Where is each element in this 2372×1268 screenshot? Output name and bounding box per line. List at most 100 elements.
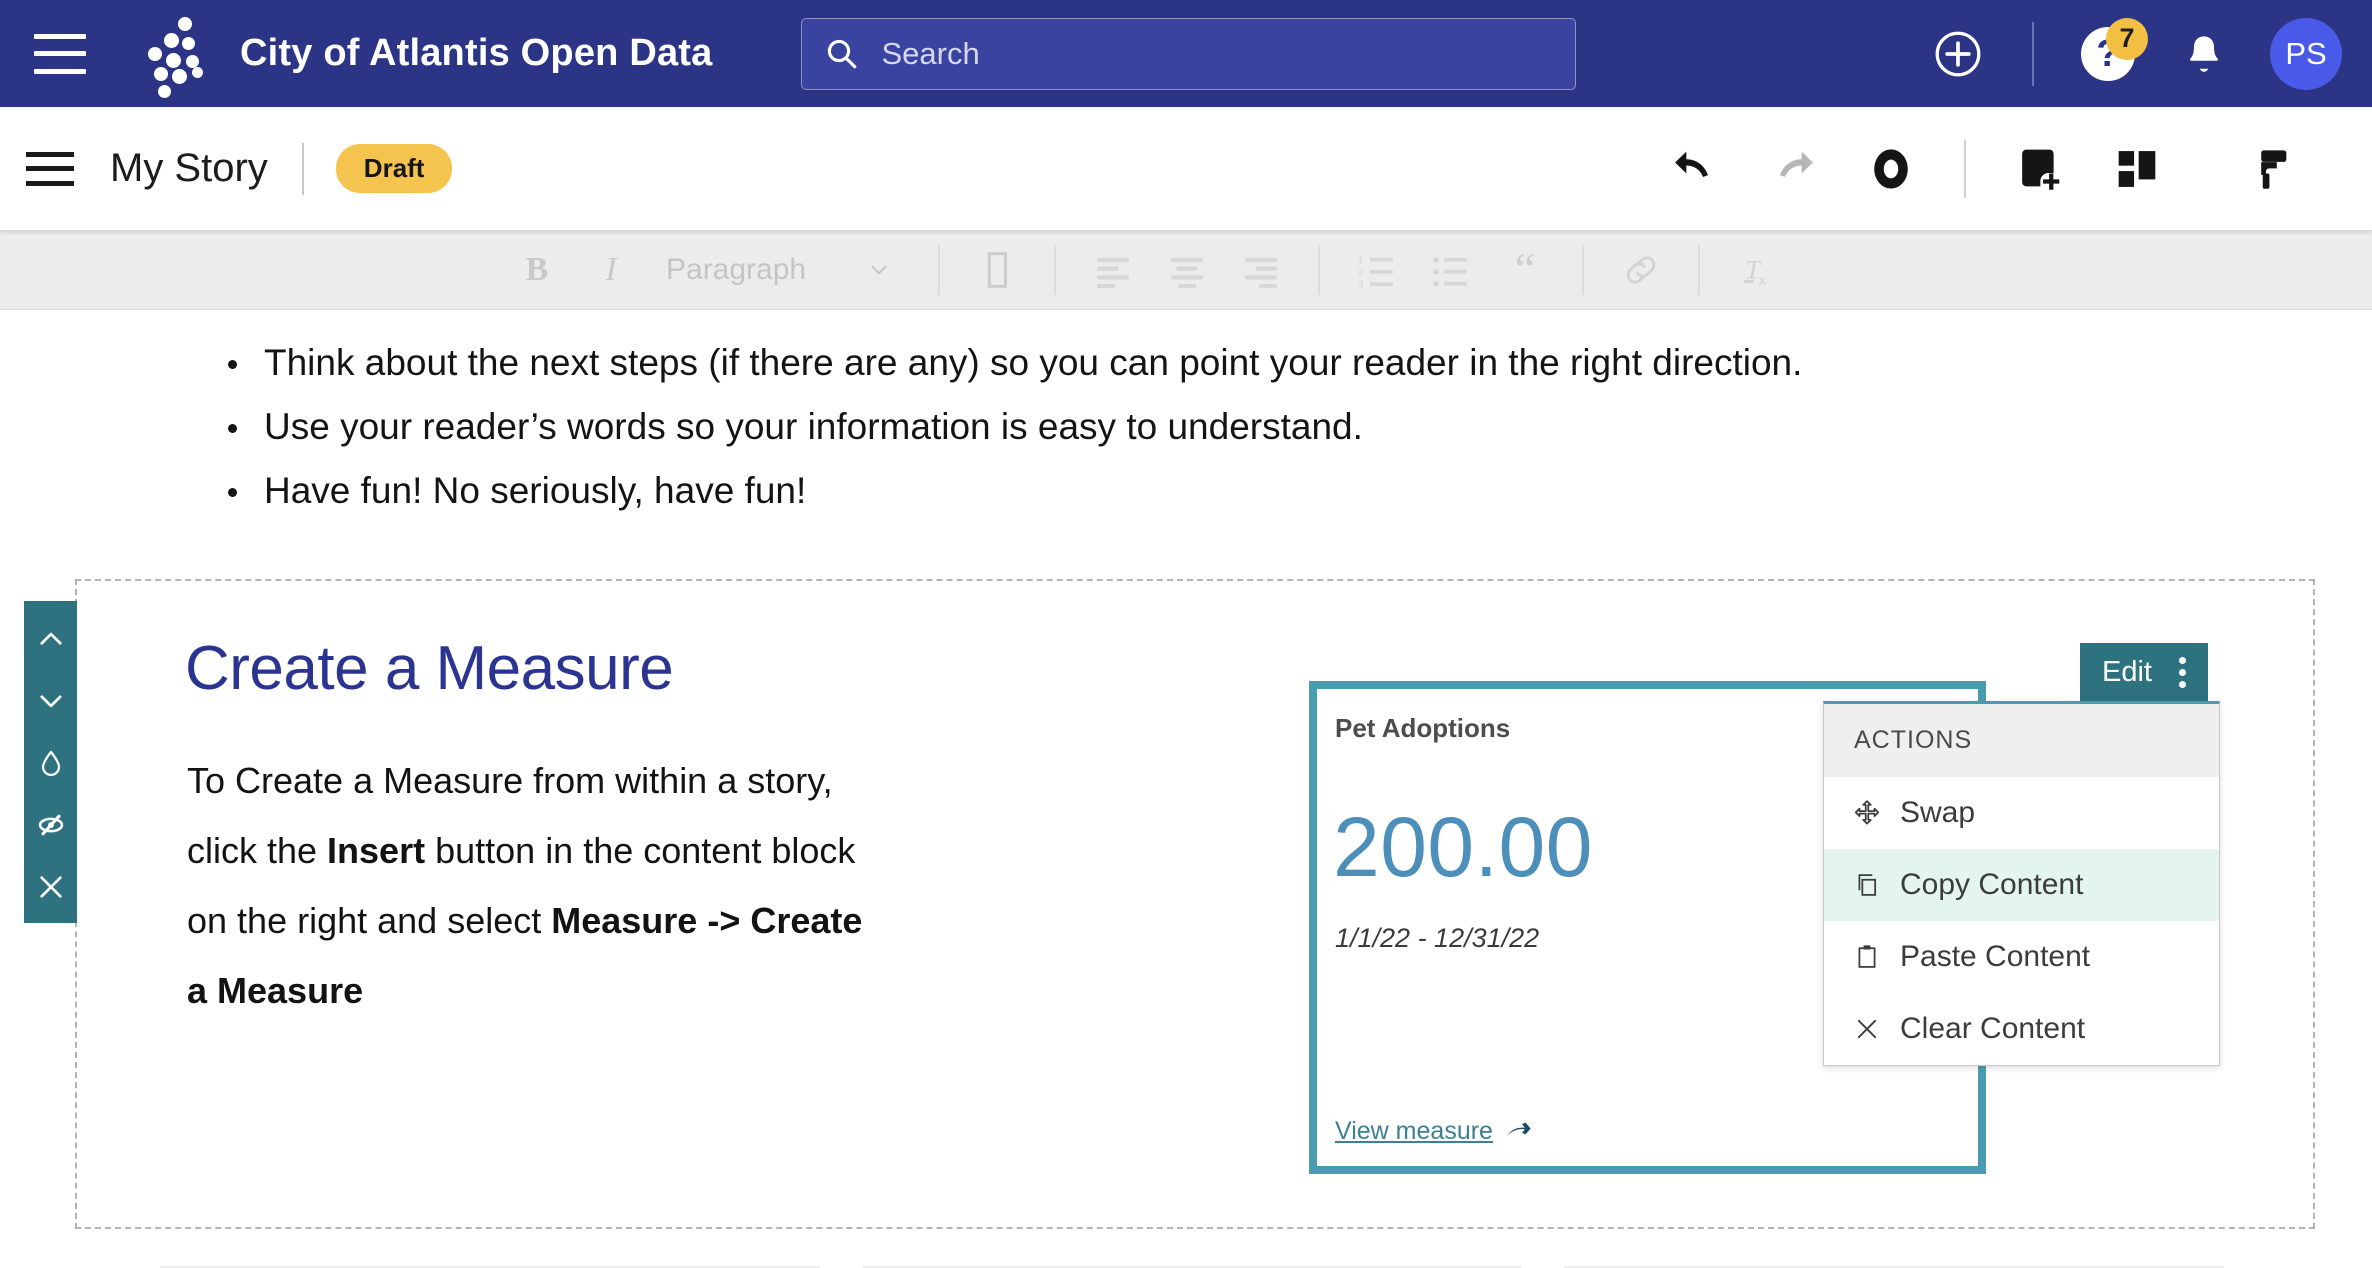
chevron-down-icon xyxy=(39,695,62,708)
menu-item-label: Copy Content xyxy=(1900,868,2084,901)
svg-text:2: 2 xyxy=(1358,266,1364,278)
close-x-icon xyxy=(39,876,62,898)
align-right-icon xyxy=(1245,257,1277,288)
bold-button[interactable]: B xyxy=(500,230,574,310)
preview-button[interactable] xyxy=(1842,127,1940,211)
link-icon xyxy=(1626,256,1656,283)
socrata-dots-logo[interactable] xyxy=(134,15,212,98)
undo-button[interactable] xyxy=(1646,127,1744,211)
redo-arrow-icon xyxy=(1780,151,1813,177)
kebab-menu-icon[interactable] xyxy=(2179,656,2186,688)
svg-text:1: 1 xyxy=(1358,254,1364,266)
avatar[interactable]: PS xyxy=(2270,17,2342,90)
title-divider xyxy=(301,142,304,195)
measure-title: Pet Adoptions xyxy=(1335,713,1511,743)
clipboard-icon xyxy=(1852,942,1882,972)
block-edit-tab[interactable]: Edit xyxy=(2080,643,2208,701)
format-divider xyxy=(938,244,941,295)
eye-icon xyxy=(1874,148,1908,189)
block-heading[interactable]: Create a Measure xyxy=(185,633,674,704)
paragraph-bold-1: Insert xyxy=(327,830,426,871)
clear-formatting-icon: T x xyxy=(1743,254,1767,289)
view-measure-link[interactable]: View measure xyxy=(1335,1117,1533,1146)
story-toolbar: My Story Draft xyxy=(0,107,2372,230)
italic-button[interactable]: I xyxy=(574,230,648,310)
format-divider-2 xyxy=(1054,244,1057,295)
edit-tab-label: Edit xyxy=(2102,655,2152,688)
next-block-placeholder xyxy=(0,1241,2372,1268)
create-button[interactable] xyxy=(1920,16,1996,92)
site-title: City of Atlantis Open Data xyxy=(240,32,713,74)
menu-item-label: Swap xyxy=(1900,796,1976,829)
insert-block-button[interactable] xyxy=(1990,127,2088,211)
paragraph-style-select[interactable]: Paragraph xyxy=(648,253,918,287)
actions-dropdown-menu: ACTIONS Swap Copy Content Paste Content … xyxy=(1823,701,2220,1066)
move-block-up-button[interactable] xyxy=(28,619,74,659)
story-block-container[interactable]: Create a Measure To Create a Measure fro… xyxy=(24,579,2315,1229)
hide-block-button[interactable] xyxy=(28,805,74,845)
menu-item-paste-content[interactable]: Paste Content xyxy=(1824,921,2219,993)
story-menu-icon[interactable] xyxy=(26,151,74,186)
move-arrows-icon xyxy=(1852,798,1882,828)
menu-item-label: Clear Content xyxy=(1900,1012,2086,1045)
blockquote-button[interactable]: “ xyxy=(1488,230,1562,310)
measure-date-range: 1/1/22 - 12/31/22 xyxy=(1335,923,1540,953)
align-right-button[interactable] xyxy=(1224,230,1298,310)
plus-circle-icon xyxy=(1935,31,1981,76)
align-left-button[interactable] xyxy=(1076,230,1150,310)
format-divider-4 xyxy=(1582,244,1585,295)
ordered-list-button[interactable]: 1 2 3 xyxy=(1340,230,1414,310)
list-item: Have fun! No seriously, have fun! xyxy=(228,459,1802,523)
search-input[interactable] xyxy=(881,35,1553,72)
header-actions: ? 7 PS xyxy=(1920,0,2342,107)
actions-menu-header: ACTIONS xyxy=(1824,704,2219,777)
link-button[interactable] xyxy=(1604,230,1678,310)
redo-button[interactable] xyxy=(1744,127,1842,211)
grid-layout-icon xyxy=(2118,150,2156,187)
blockquote-icon: “ xyxy=(1514,243,1536,295)
measure-value: 200.00 xyxy=(1333,800,1593,894)
move-block-down-button[interactable] xyxy=(28,681,74,721)
align-center-icon xyxy=(1171,257,1203,288)
theme-button[interactable] xyxy=(2220,127,2318,211)
status-badge[interactable]: Draft xyxy=(335,144,453,193)
bullet-list: Think about the next steps (if there are… xyxy=(228,331,1802,523)
block-paragraph[interactable]: To Create a Measure from within a story,… xyxy=(187,746,887,1026)
list-item: Think about the next steps (if there are… xyxy=(228,331,1802,395)
undo-arrow-icon xyxy=(1675,151,1708,177)
layout-button[interactable] xyxy=(2088,127,2186,211)
menu-item-copy-content[interactable]: Copy Content xyxy=(1824,849,2219,921)
block-side-toolbar xyxy=(24,601,77,923)
close-x-icon xyxy=(1852,1014,1882,1044)
hamburger-icon[interactable] xyxy=(34,33,86,74)
tools-divider xyxy=(1964,139,1966,198)
help-button[interactable]: ? 7 xyxy=(2070,16,2148,92)
align-center-button[interactable] xyxy=(1150,230,1224,310)
menu-item-swap[interactable]: Swap xyxy=(1824,777,2219,849)
ordered-list-icon: 1 2 3 xyxy=(1358,254,1393,290)
search-box[interactable] xyxy=(800,17,1576,90)
unordered-list-icon xyxy=(1433,256,1467,286)
paragraph-style-label: Paragraph xyxy=(666,252,807,286)
clear-formatting-button[interactable]: T x xyxy=(1720,230,1794,310)
menu-item-label: Paste Content xyxy=(1900,940,2091,973)
text-color-button[interactable] xyxy=(960,230,1034,310)
list-item: Use your reader’s words so your informat… xyxy=(228,395,1802,459)
format-divider-3 xyxy=(1318,244,1321,295)
notifications-button[interactable] xyxy=(2166,16,2242,92)
format-toolbar: B I Paragraph 1 2 3 “ T x xyxy=(0,230,2372,310)
paint-roller-icon xyxy=(2261,149,2287,189)
arrow-right-icon xyxy=(1507,1122,1531,1135)
search-icon xyxy=(827,39,856,68)
menu-item-clear-content[interactable]: Clear Content xyxy=(1824,993,2219,1065)
format-divider-5 xyxy=(1698,244,1701,295)
chevron-down-icon xyxy=(871,265,887,275)
page-title: My Story xyxy=(110,146,268,190)
unordered-list-button[interactable] xyxy=(1414,230,1488,310)
svg-text:3: 3 xyxy=(1358,278,1364,290)
global-header: City of Atlantis Open Data ? 7 P xyxy=(0,0,2372,107)
block-theme-button[interactable] xyxy=(28,743,74,783)
help-badge: 7 xyxy=(2106,17,2148,60)
delete-block-button[interactable] xyxy=(28,867,74,907)
align-left-icon xyxy=(1097,257,1129,288)
